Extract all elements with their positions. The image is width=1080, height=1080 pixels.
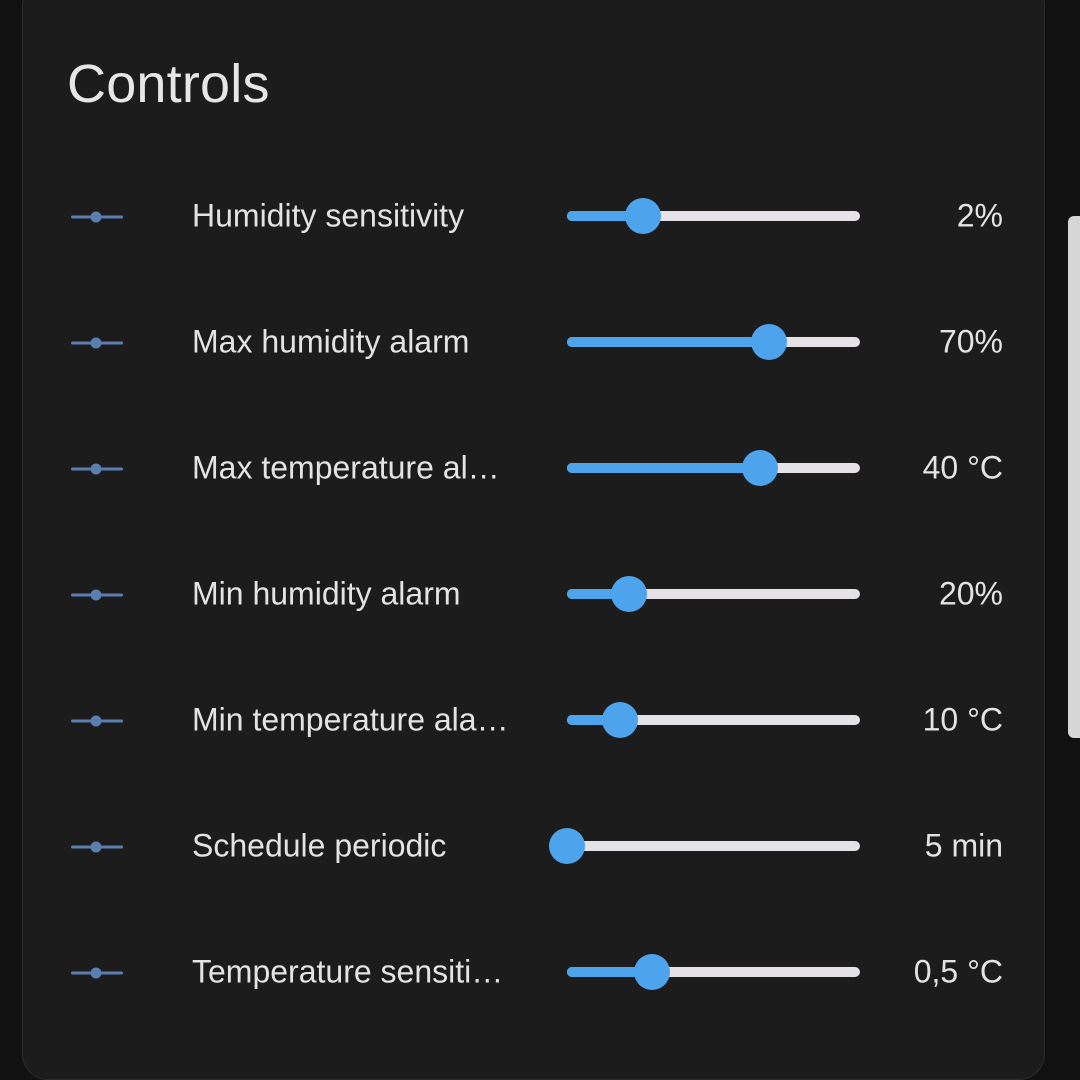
slider-thumb[interactable] (751, 324, 788, 360)
control-label: Max temperature al… (192, 449, 500, 486)
control-label: Temperature sensiti… (192, 953, 504, 990)
controls-card: Controls Humidity sensitivity 2% Max humid… (22, 0, 1045, 1080)
slider-icon (69, 336, 125, 349)
control-row[interactable]: Temperature sensiti… 0,5 °C (23, 909, 1046, 1035)
control-slider[interactable] (567, 196, 860, 236)
slider-icon (69, 840, 125, 853)
control-label: Min temperature ala… (192, 701, 509, 738)
control-slider[interactable] (567, 322, 860, 362)
control-row[interactable]: Min humidity alarm 20% (23, 531, 1046, 657)
control-row[interactable]: Min temperature ala… 10 °C (23, 657, 1046, 783)
slider-thumb[interactable] (633, 954, 670, 990)
control-slider[interactable] (567, 574, 860, 614)
control-label: Schedule periodic (192, 827, 447, 864)
slider-fill (567, 463, 761, 473)
control-label: Max humidity alarm (192, 323, 470, 360)
slider-track (567, 841, 860, 851)
control-value: 70% (938, 323, 1003, 360)
control-value: 0,5 °C (913, 953, 1003, 990)
control-row[interactable]: Max temperature al… 40 °C (23, 405, 1046, 531)
control-slider[interactable] (567, 952, 860, 992)
control-slider[interactable] (549, 826, 860, 866)
control-value: 10 °C (922, 701, 1003, 738)
slider-thumb[interactable] (625, 198, 662, 234)
control-label: Humidity sensitivity (192, 197, 465, 234)
slider-icon (69, 714, 125, 727)
slider-icon (69, 462, 125, 475)
control-value: 40 °C (922, 449, 1003, 486)
slider-thumb[interactable] (610, 576, 647, 612)
card-title: Controls (67, 54, 270, 114)
control-slider[interactable] (567, 448, 860, 488)
control-row[interactable]: Humidity sensitivity 2% (23, 153, 1046, 279)
slider-fill (567, 337, 770, 347)
control-value: 5 min (924, 827, 1003, 864)
slider-icon (69, 966, 125, 979)
control-row[interactable]: Max humidity alarm 70% (23, 279, 1046, 405)
slider-icon (69, 210, 125, 223)
control-slider[interactable] (567, 700, 860, 740)
control-value: 20% (938, 575, 1003, 612)
slider-thumb[interactable] (742, 450, 779, 486)
scrollbar[interactable] (1068, 216, 1080, 738)
slider-thumb[interactable] (549, 828, 585, 864)
control-value: 2% (956, 197, 1003, 234)
slider-thumb[interactable] (601, 702, 638, 738)
control-row[interactable]: Schedule periodic 5 min (23, 783, 1046, 909)
slider-icon (69, 588, 125, 601)
control-label: Min humidity alarm (192, 575, 461, 612)
